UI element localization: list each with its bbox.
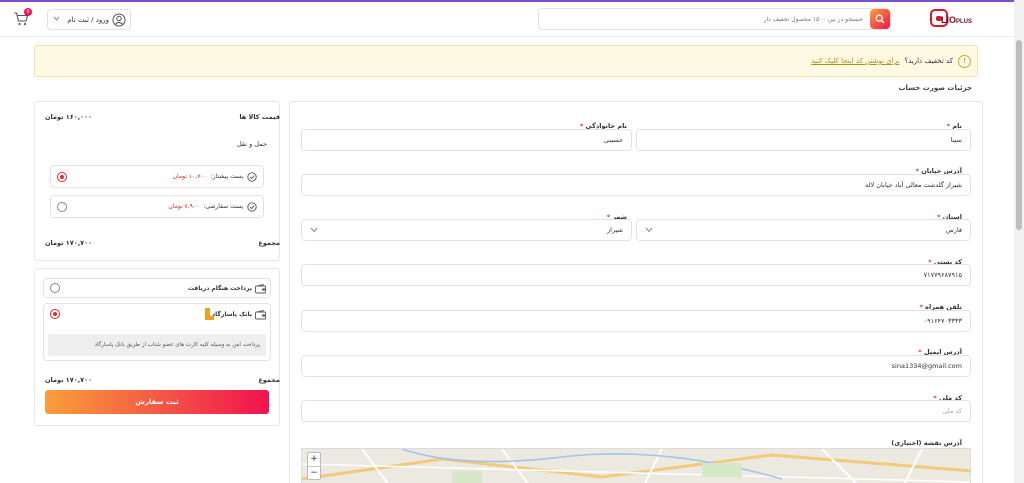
map-roads [302, 449, 970, 483]
ship-option-express[interactable]: پست پیشتاز: ۱۰,۷۰۰ تومان [50, 165, 264, 188]
state-value: فارس [945, 226, 962, 234]
login-register-button[interactable]: ورود / ثبت نام [47, 9, 131, 30]
payment-option-cod[interactable]: پرداخت هنگام دریافت [43, 278, 271, 298]
zoom-out-button[interactable]: − [308, 466, 320, 480]
chevron-down-icon [53, 16, 60, 21]
search-button[interactable] [870, 9, 890, 29]
address-map[interactable]: + − [301, 448, 971, 483]
info-icon: ! [958, 54, 971, 68]
items-value: ۱۶۰,۰۰۰ تومان [45, 113, 93, 121]
cart-count-badge: 0 [24, 8, 32, 16]
ship-option-price: ۱۰,۷۰۰ تومان [172, 173, 207, 180]
city-select[interactable]: شیراز [301, 219, 632, 241]
logo-text: LIO [940, 15, 956, 25]
wallet-icon [255, 284, 266, 294]
ship-option-radio[interactable] [57, 202, 67, 212]
site-logo[interactable]: LIOPLUS [928, 9, 972, 31]
phone-field[interactable]: ۰۹۱۶۴۷۰۳۳۳۳ [301, 310, 971, 332]
zoom-in-button[interactable]: + [308, 453, 320, 466]
city-value: شیراز [607, 226, 623, 234]
billing-form [289, 101, 983, 483]
ship-option-radio[interactable] [57, 172, 67, 182]
ship-option-name: پست پیشتاز: [210, 173, 243, 180]
coupon-link[interactable]: برای نوشتن کد اینجا کلیک کنید [811, 57, 899, 65]
national-id-field[interactable]: کد ملی [301, 400, 971, 422]
ship-option-name: پست سفارشی: [203, 203, 243, 210]
coupon-notice: ! کد تخفیف دارید؟ برای نوشتن کد اینجا کل… [34, 45, 978, 77]
street-field[interactable]: شیراز گلدشت معالی آباد خیابان لاله [301, 174, 971, 196]
ship-option-registered[interactable]: پست سفارشی: ۷,۹۰۰ تومان [50, 195, 264, 218]
cart-button[interactable]: 0 [13, 8, 32, 28]
payment-description: پرداخت امن به وسیله کلیه کارت های عضو شت… [48, 334, 266, 356]
map-label: آدرس نقشه (اختیاری) [891, 439, 962, 447]
shipping-label: حمل و نقل [237, 140, 267, 148]
login-label: ورود / ثبت نام [67, 15, 109, 24]
search-box [538, 8, 891, 30]
summary-total-label: مجموع [258, 239, 280, 247]
payment-total-label: مجموع [258, 376, 280, 384]
payment-option-pasargad[interactable]: بانک پاسارگاد پرداخت امن به وسیله کلیه ک… [43, 303, 271, 361]
summary-total-value: ۱۷۰,۷۰۰ تومان [45, 239, 93, 247]
chevron-down-icon [645, 227, 653, 233]
payment-option-radio[interactable] [50, 283, 60, 293]
search-input[interactable] [539, 9, 869, 29]
payment-option-label: بانک پاسارگاد [212, 311, 252, 318]
submit-order-button[interactable]: ثبت سفارش [45, 390, 269, 414]
ship-option-price: ۷,۹۰۰ تومان [168, 203, 200, 210]
billing-title: جزئیات صورت حساب [898, 84, 972, 92]
check-circle-icon [247, 201, 257, 212]
payment-option-label: پرداخت هنگام دریافت [187, 285, 252, 292]
site-header: LIOPLUS ورود / ثبت نام 0 [0, 2, 1014, 37]
page-scrollbar[interactable] [1014, 0, 1024, 483]
scrollbar-thumb[interactable] [1016, 40, 1022, 230]
chevron-down-icon [310, 227, 318, 233]
state-select[interactable]: فارس [636, 219, 971, 241]
first-name-field[interactable]: سینا [636, 129, 971, 151]
email-field[interactable]: sina1334@gmail.com [301, 355, 971, 377]
postcode-field[interactable]: ۷۱۷۷۹۶۸۷۹۱۵ [301, 264, 971, 286]
map-zoom-control: + − [307, 452, 321, 480]
logo-subtext: PLUS [955, 19, 972, 25]
wallet-icon [255, 310, 266, 320]
pasargad-logo-icon [205, 308, 214, 320]
check-circle-icon [247, 171, 257, 182]
payment-option-radio[interactable] [50, 309, 60, 319]
coupon-question: کد تخفیف دارید؟ [904, 57, 953, 65]
last-name-field[interactable]: حسینی [301, 129, 632, 151]
payment-total-value: ۱۷۰,۷۰۰ تومان [45, 376, 93, 384]
user-icon [112, 13, 126, 26]
items-label: قیمت کالا ها [239, 113, 280, 121]
search-icon [875, 14, 885, 24]
